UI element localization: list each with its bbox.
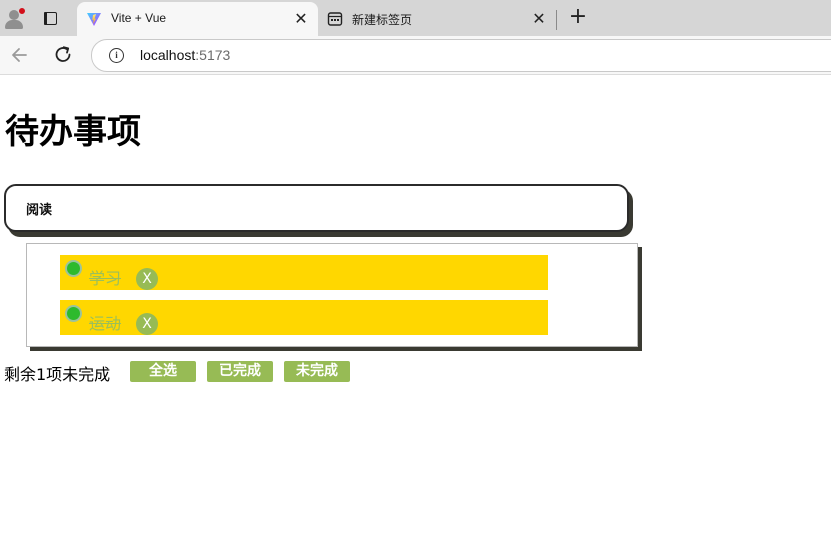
delete-button[interactable]: X: [136, 313, 158, 335]
browser-tab-strip: Vite + Vue ✕ 新建标签页 ✕ +: [0, 0, 831, 36]
browser-tab-new-tab[interactable]: 新建标签页 ✕: [318, 2, 557, 36]
site-info-icon[interactable]: i: [109, 48, 124, 63]
todo-item: 学习 X: [60, 255, 548, 290]
remaining-count: 剩余1项未完成: [4, 365, 111, 384]
tab-close-icon[interactable]: ✕: [530, 10, 548, 28]
tab-close-icon[interactable]: ✕: [292, 10, 310, 28]
new-tab-page-icon: [327, 12, 343, 26]
tab-separator: [556, 10, 557, 30]
todo-toggle-checkbox[interactable]: [65, 305, 82, 322]
filter-completed-button[interactable]: 已完成: [207, 361, 273, 382]
address-bar[interactable]: i localhost:5173: [91, 39, 831, 72]
page-title: 待办事项: [5, 112, 141, 152]
todo-input[interactable]: [4, 184, 629, 232]
back-arrow-icon[interactable]: [7, 42, 33, 68]
new-tab-button[interactable]: +: [565, 6, 591, 30]
todo-app: 待办事项 学习 X 运动 X 剩余1项未完成 全选 已完成 未完成: [0, 75, 831, 558]
todo-text[interactable]: 运动: [89, 310, 121, 334]
vite-logo-icon: [87, 13, 101, 26]
browser-toolbar: i localhost:5173: [0, 36, 831, 75]
todo-item: 运动 X: [60, 300, 548, 335]
filter-uncompleted-button[interactable]: 未完成: [284, 361, 350, 382]
tab-title: Vite + Vue: [111, 11, 167, 25]
profile-avatar-icon[interactable]: [3, 7, 26, 29]
notification-dot: [18, 7, 26, 15]
todo-text[interactable]: 学习: [89, 265, 121, 289]
delete-button[interactable]: X: [136, 268, 158, 290]
tab-actions-icon[interactable]: [38, 8, 62, 28]
reload-icon[interactable]: [50, 42, 76, 68]
todo-toggle-checkbox[interactable]: [65, 260, 82, 277]
tab-title: 新建标签页: [352, 13, 413, 27]
url-text: localhost:5173: [140, 47, 231, 63]
select-all-button[interactable]: 全选: [130, 361, 196, 382]
todo-list: 学习 X 运动 X: [26, 243, 638, 347]
browser-tab-vite[interactable]: Vite + Vue ✕: [77, 2, 318, 36]
